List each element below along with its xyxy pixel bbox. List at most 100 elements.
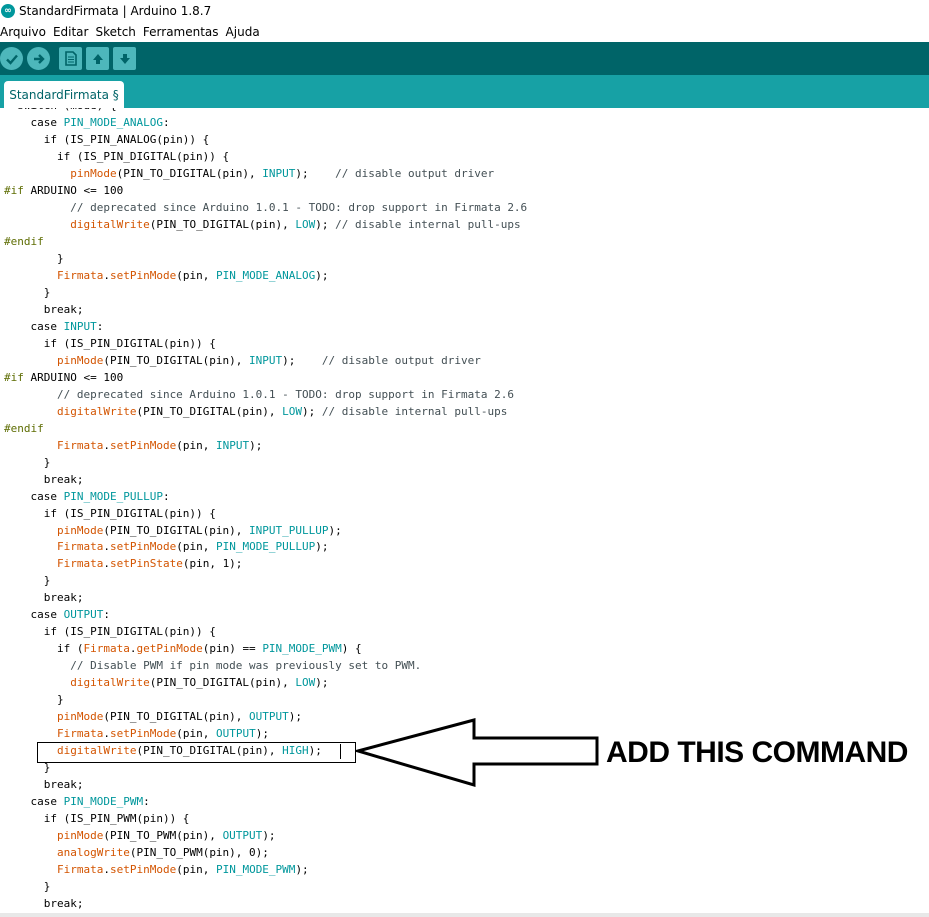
code-token: LOW	[282, 404, 303, 418]
code-line: analogWrite(PIN_TO_PWM(pin), 0);	[4, 844, 269, 861]
code-token: if (IS_PIN_DIGITAL(pin)) {	[4, 625, 216, 639]
menu-editar[interactable]: Editar	[53, 25, 89, 39]
menu-sketch[interactable]: Sketch	[95, 25, 135, 39]
save-icon	[119, 53, 130, 64]
code-line: digitalWrite(PIN_TO_DIGITAL(pin), LOW); …	[4, 216, 521, 233]
code-token: .	[103, 268, 110, 282]
code-token: // deprecated since Arduino 1.0.1 - TODO…	[4, 387, 514, 401]
code-line: #endif	[4, 420, 44, 437]
code-token: );	[262, 829, 276, 843]
code-token: );	[302, 404, 322, 418]
code-token: OUTPUT	[63, 608, 104, 622]
code-token: OUTPUT	[215, 727, 256, 741]
code-line: }	[4, 691, 64, 708]
code-line: break;	[4, 776, 84, 793]
code-token: if (IS_PIN_DIGITAL(pin)) {	[4, 149, 230, 163]
new-button[interactable]	[59, 47, 82, 70]
code-token: }	[4, 455, 51, 469]
code-token: (pin,	[176, 438, 216, 452]
code-token: // disable internal pull-ups	[321, 404, 508, 418]
code-line: pinMode(PIN_TO_DIGITAL(pin), INPUT_PULLU…	[4, 522, 342, 539]
code-token: PIN_MODE_PWM	[215, 863, 296, 877]
code-line: break;	[4, 471, 84, 488]
code-token: break;	[4, 302, 84, 316]
code-token: :	[162, 115, 170, 129]
code-token: break;	[4, 591, 84, 605]
code-token: switch (mode) {	[4, 108, 116, 112]
code-token: // disable internal pull-ups	[335, 217, 521, 231]
toolbar	[0, 42, 929, 75]
code-token: :	[96, 319, 104, 333]
code-token: );	[255, 727, 269, 741]
code-line: break;	[4, 895, 84, 912]
code-token: Firmata	[56, 540, 104, 554]
code-token: case	[4, 608, 64, 622]
annotation-arrow-icon	[355, 718, 599, 788]
save-button[interactable]	[113, 47, 136, 70]
code-token: );	[288, 710, 303, 724]
menu-bar: Arquivo Editar Sketch Ferramentas Ajuda	[0, 22, 929, 41]
code-token: digitalWrite	[56, 404, 137, 418]
code-token: getPinMode	[136, 642, 203, 656]
code-token: PIN_MODE_PWM	[63, 795, 144, 809]
code-token: (PIN_TO_DIGITAL(pin),	[149, 676, 296, 690]
code-token: PIN_MODE_PULLUP	[215, 540, 316, 554]
code-token: INPUT_PULLUP	[249, 523, 329, 537]
menu-arquivo[interactable]: Arquivo	[0, 25, 46, 39]
code-line: // deprecated since Arduino 1.0.1 - TODO…	[4, 386, 514, 403]
code-line: }	[4, 878, 51, 895]
code-token: #if	[4, 183, 24, 197]
open-button[interactable]	[86, 47, 109, 70]
code-token: Firmata	[56, 727, 104, 741]
code-token: :	[162, 489, 170, 503]
code-token: (PIN_TO_DIGITAL(pin),	[103, 710, 250, 724]
window-title: StandardFirmata | Arduino 1.8.7	[19, 4, 212, 18]
code-token: (pin,	[176, 268, 216, 282]
code-editor[interactable]: switch (mode) { case PIN_MODE_ANALOG: if…	[0, 108, 929, 913]
code-token: (PIN_TO_DIGITAL(pin),	[103, 353, 250, 367]
code-token: case	[4, 115, 64, 129]
verify-button[interactable]	[0, 47, 23, 70]
code-token: (pin, 1);	[182, 557, 243, 571]
code-token: INPUT	[215, 438, 250, 452]
code-token: );	[315, 268, 329, 282]
code-line: if (IS_PIN_PWM(pin)) {	[4, 810, 190, 827]
menu-ajuda[interactable]: Ajuda	[226, 25, 260, 39]
horizontal-scrollbar[interactable]	[0, 913, 929, 917]
code-token: Firmata	[56, 863, 104, 877]
code-token: Firmata	[56, 557, 104, 571]
code-token: if (IS_PIN_DIGITAL(pin)) {	[4, 506, 216, 520]
code-token: .	[103, 727, 110, 741]
code-token: ARDUINO <= 100	[23, 370, 124, 384]
code-line: }	[4, 454, 51, 471]
code-token: break;	[4, 472, 84, 486]
tab-strip: StandardFirmata §	[0, 75, 929, 108]
code-line: Firmata.setPinMode(pin, OUTPUT);	[4, 725, 269, 742]
code-token: (pin,	[176, 540, 216, 554]
code-token: (PIN_TO_DIGITAL(pin),	[136, 404, 283, 418]
code-token: LOW	[295, 676, 316, 690]
code-token: (PIN_TO_PWM(pin),	[103, 829, 223, 843]
code-line: break;	[4, 589, 84, 606]
code-token: // disable output driver	[321, 353, 481, 367]
code-line: case OUTPUT:	[4, 606, 110, 623]
code-token: OUTPUT	[222, 829, 263, 843]
upload-button[interactable]	[27, 47, 50, 70]
menu-ferramentas[interactable]: Ferramentas	[143, 25, 219, 39]
code-token: ) {	[341, 642, 362, 656]
code-line: }	[4, 250, 64, 267]
code-token: case	[4, 489, 64, 503]
code-line: if (IS_PIN_DIGITAL(pin)) {	[4, 148, 229, 165]
code-token: digitalWrite	[70, 217, 150, 231]
code-token: (PIN_TO_DIGITAL(pin),	[149, 217, 296, 231]
annotation-label: ADD THIS COMMAND	[606, 736, 908, 769]
tab-standardfirmata[interactable]: StandardFirmata §	[4, 81, 124, 108]
code-token: PIN_MODE_PWM	[262, 642, 342, 656]
